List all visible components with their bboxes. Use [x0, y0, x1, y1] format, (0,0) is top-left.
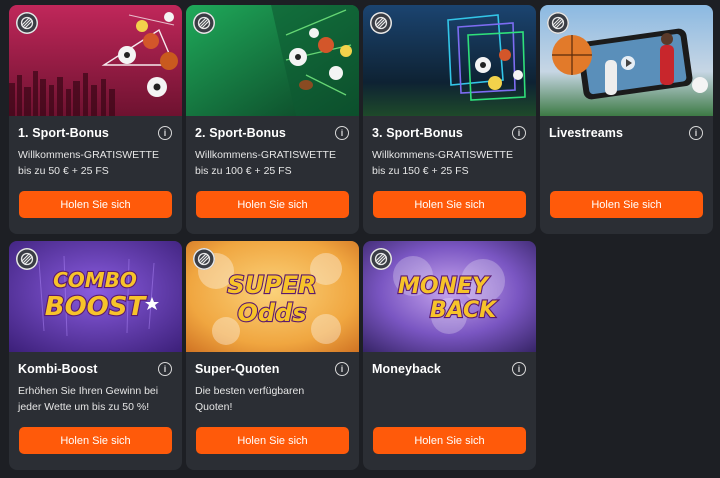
promo-card-sport-bonus-2[interactable]: 2. Sport-Bonus i Willkommens-GRATISWETTE…: [186, 5, 359, 234]
promo-title: Kombi-Boost: [18, 362, 98, 376]
promotions-grid: 1. Sport-Bonus i Willkommens-GRATISWETTE…: [0, 0, 720, 478]
super-odds-art-line1: SUPER: [227, 271, 316, 299]
promo-card-super-quoten[interactable]: SUPER Odds Super-Quoten i Die besten ver…: [186, 241, 359, 470]
sport-category-icon: [16, 248, 38, 270]
promo-card-kombi-boost[interactable]: COMBO BOOST Kombi-Boost i Erhöhen Sie Ih…: [9, 241, 182, 470]
info-icon[interactable]: i: [512, 126, 526, 140]
promo-title: 3. Sport-Bonus: [372, 126, 463, 140]
sport-category-icon: [370, 12, 392, 34]
sport-category-icon: [370, 248, 392, 270]
info-icon[interactable]: i: [158, 362, 172, 376]
promo-title: Moneyback: [372, 362, 441, 376]
claim-button[interactable]: Holen Sie sich: [19, 191, 172, 218]
promo-title: 1. Sport-Bonus: [18, 126, 109, 140]
promo-description: Willkommens-GRATISWETTE bis zu 150 € + 2…: [372, 149, 513, 177]
info-icon[interactable]: i: [335, 362, 349, 376]
claim-button[interactable]: Holen Sie sich: [550, 191, 703, 218]
sport-category-icon: [547, 12, 569, 34]
money-back-art-line2: BACK: [430, 298, 498, 323]
sport-category-icon: [193, 248, 215, 270]
claim-button[interactable]: Holen Sie sich: [373, 427, 526, 454]
sport-category-icon: [16, 12, 38, 34]
combo-boost-art-line2: BOOST: [45, 292, 148, 322]
promo-title: Super-Quoten: [195, 362, 280, 376]
info-icon[interactable]: i: [689, 126, 703, 140]
promo-card-sport-bonus-1[interactable]: 1. Sport-Bonus i Willkommens-GRATISWETTE…: [9, 5, 182, 234]
promo-card-livestreams[interactable]: Livestreams i Holen Sie sich: [540, 5, 713, 234]
sport-category-icon: [193, 12, 215, 34]
money-back-art-line1: MONEY: [398, 274, 490, 299]
info-icon[interactable]: i: [158, 126, 172, 140]
promo-description: Die besten verfügbaren Quoten!: [195, 385, 305, 413]
promo-description: Willkommens-GRATISWETTE bis zu 50 € + 25…: [18, 149, 159, 177]
promo-description: Erhöhen Sie Ihren Gewinn bei jeder Wette…: [18, 385, 159, 413]
super-odds-art-line2: Odds: [237, 299, 306, 327]
info-icon[interactable]: i: [512, 362, 526, 376]
info-icon[interactable]: i: [335, 126, 349, 140]
claim-button[interactable]: Holen Sie sich: [196, 191, 349, 218]
promo-card-sport-bonus-3[interactable]: 3. Sport-Bonus i Willkommens-GRATISWETTE…: [363, 5, 536, 234]
promo-title: 2. Sport-Bonus: [195, 126, 286, 140]
claim-button[interactable]: Holen Sie sich: [196, 427, 349, 454]
combo-boost-art-line1: COMBO: [53, 268, 137, 292]
claim-button[interactable]: Holen Sie sich: [373, 191, 526, 218]
claim-button[interactable]: Holen Sie sich: [19, 427, 172, 454]
promo-description: Willkommens-GRATISWETTE bis zu 100 € + 2…: [195, 149, 336, 177]
promo-title: Livestreams: [549, 126, 624, 140]
promo-card-moneyback[interactable]: MONEY BACK Moneyback i Holen Sie sich: [363, 241, 536, 470]
